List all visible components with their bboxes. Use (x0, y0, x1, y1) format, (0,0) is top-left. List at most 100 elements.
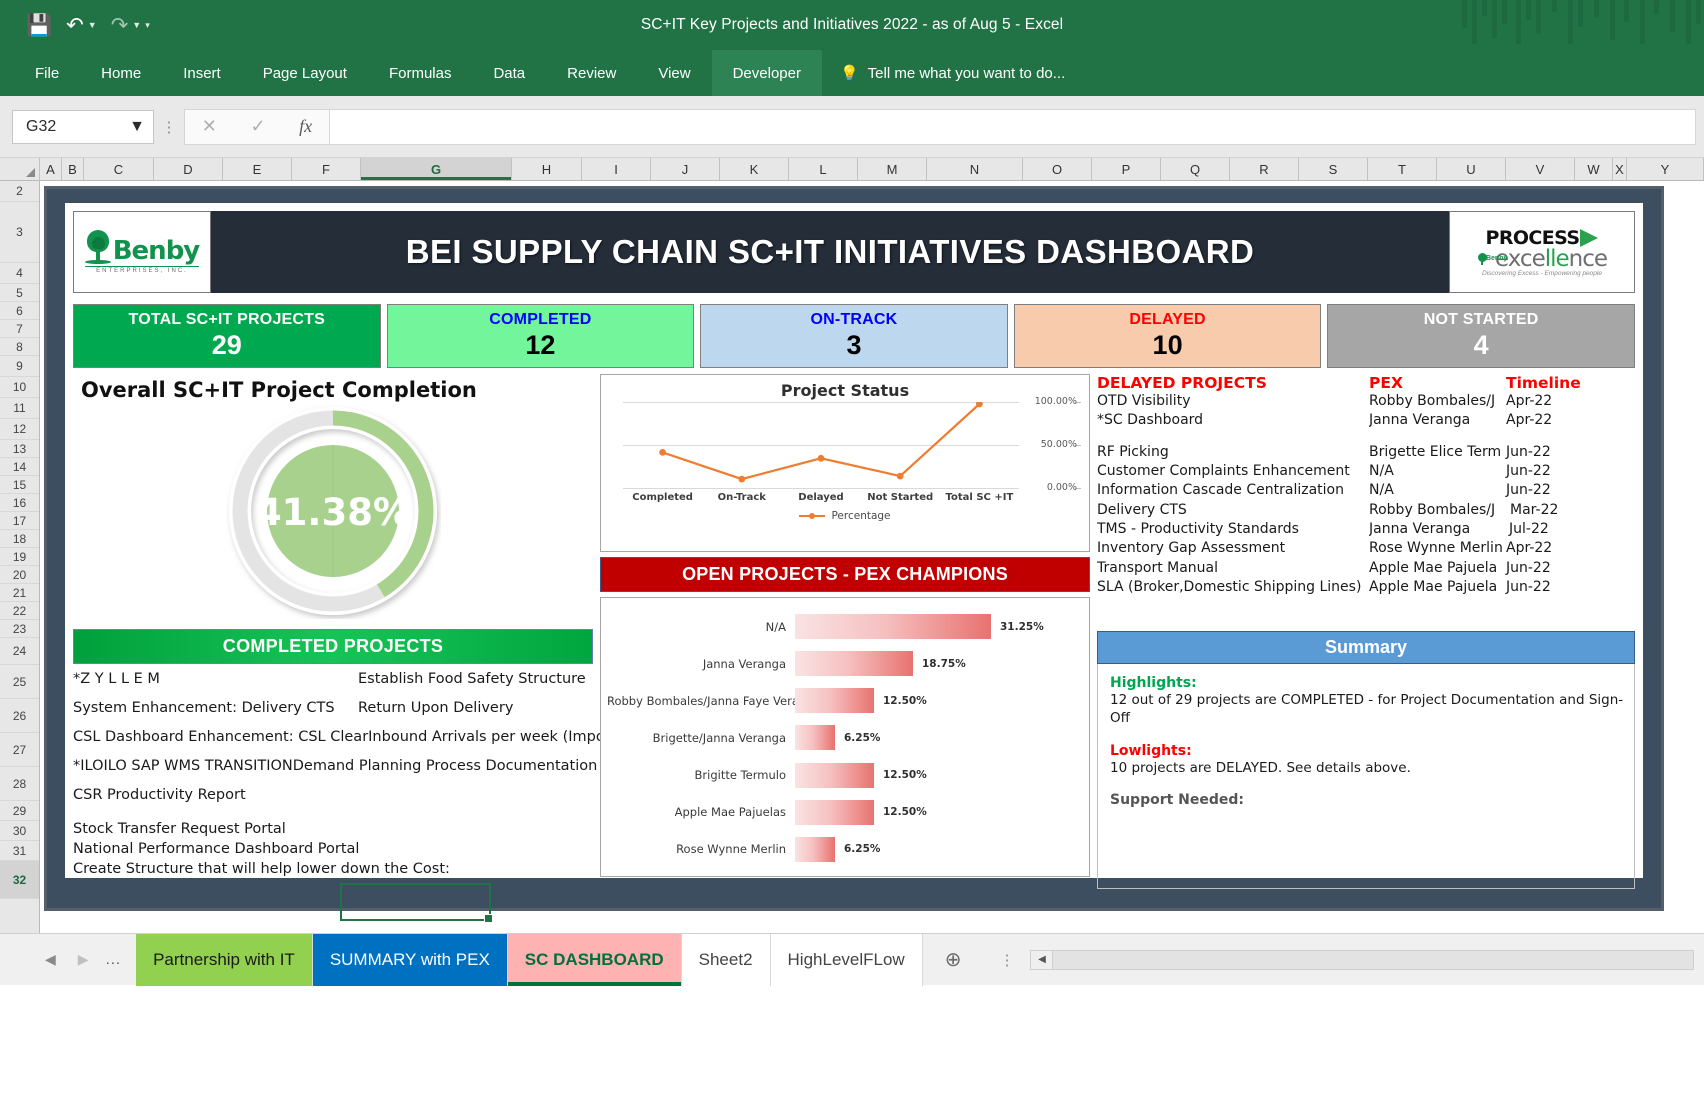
row-header-9[interactable]: 9 (0, 356, 39, 377)
column-header-T[interactable]: T (1368, 158, 1437, 180)
row-header-17[interactable]: 17 (0, 512, 39, 530)
chevron-down-icon[interactable]: ▼ (129, 118, 145, 136)
pex-champions-chart[interactable]: N/A 31.25% Janna Veranga 18.75% Robby Bo… (600, 597, 1090, 877)
kpi-total-projects[interactable]: TOTAL SC+IT PROJECTS 29 (73, 304, 381, 368)
row-header-5[interactable]: 5 (0, 284, 39, 302)
sheet-tab-sc-dashboard[interactable]: SC DASHBOARD (507, 933, 682, 986)
cancel-icon[interactable]: ✕ (202, 116, 217, 137)
row-header-11[interactable]: 11 (0, 398, 39, 419)
ribbon-tab-view[interactable]: View (637, 50, 711, 96)
formula-input[interactable] (330, 108, 1696, 145)
sheet-options-icon[interactable]: ⋮ (983, 951, 1030, 969)
row-header-2[interactable]: 2 (0, 181, 39, 202)
tell-me-search[interactable]: 💡 Tell me what you want to do... (822, 50, 1079, 96)
row-header-28[interactable]: 28 (0, 767, 39, 801)
kpi-completed[interactable]: COMPLETED 12 (386, 304, 695, 368)
redo-dropdown-icon[interactable]: ▼ (132, 20, 141, 30)
sheet-tab-highlevelflow[interactable]: HighLevelFLow (770, 933, 923, 986)
row-header-7[interactable]: 7 (0, 320, 39, 338)
row-header-19[interactable]: 19 (0, 548, 39, 566)
row-header-12[interactable]: 12 (0, 419, 39, 440)
column-header-Y[interactable]: Y (1627, 158, 1704, 180)
prev-sheet-icon[interactable]: ◀ (34, 951, 67, 968)
column-header-F[interactable]: F (292, 158, 361, 180)
row-header-4[interactable]: 4 (0, 263, 39, 284)
column-header-J[interactable]: J (651, 158, 720, 180)
column-header-U[interactable]: U (1437, 158, 1506, 180)
row-header-14[interactable]: 14 (0, 458, 39, 476)
column-header-B[interactable]: B (62, 158, 84, 180)
save-icon[interactable]: 💾 (26, 15, 52, 36)
insert-function-icon[interactable]: fx (299, 116, 312, 137)
column-header-W[interactable]: W (1575, 158, 1613, 180)
column-header-E[interactable]: E (223, 158, 292, 180)
row-header-25[interactable]: 25 (0, 665, 39, 699)
sheet-tab-sheet2[interactable]: Sheet2 (681, 933, 771, 986)
enter-icon[interactable]: ✓ (250, 116, 265, 137)
row-header-24[interactable]: 24 (0, 638, 39, 665)
sheet-ellipsis[interactable]: ... (100, 951, 137, 968)
scroll-left-icon[interactable]: ◀ (1031, 950, 1054, 969)
ribbon-tab-page-layout[interactable]: Page Layout (242, 50, 368, 96)
kpi-delayed[interactable]: DELAYED 10 (1013, 304, 1322, 368)
row-header-26[interactable]: 26 (0, 699, 39, 733)
column-header-R[interactable]: R (1230, 158, 1299, 180)
undo-dropdown-icon[interactable]: ▼ (88, 20, 97, 30)
row-header-6[interactable]: 6 (0, 302, 39, 320)
column-header-A[interactable]: A (40, 158, 62, 180)
ribbon-tab-insert[interactable]: Insert (162, 50, 242, 96)
column-header-I[interactable]: I (582, 158, 651, 180)
column-header-L[interactable]: L (789, 158, 858, 180)
ribbon-tab-home[interactable]: Home (80, 50, 162, 96)
ribbon-tab-file[interactable]: File (14, 50, 80, 96)
project-status-chart[interactable]: Project Status 100.00% 50.00% 0.00% Comp… (600, 374, 1090, 552)
row-header-16[interactable]: 16 (0, 494, 39, 512)
redo-icon[interactable]: ↷ (111, 15, 129, 36)
column-header-H[interactable]: H (512, 158, 582, 180)
row-header-10[interactable]: 10 (0, 377, 39, 398)
row-header-15[interactable]: 15 (0, 476, 39, 494)
ribbon-tab-developer[interactable]: Developer (711, 50, 822, 96)
sheet-canvas[interactable]: Benby ENTERPRISES, INC. BEI SUPPLY CHAIN… (40, 181, 1704, 933)
column-header-V[interactable]: V (1506, 158, 1575, 180)
ribbon-tab-formulas[interactable]: Formulas (368, 50, 473, 96)
row-header-31[interactable]: 31 (0, 841, 39, 861)
column-header-N[interactable]: N (927, 158, 1023, 180)
column-header-M[interactable]: M (858, 158, 927, 180)
row-header-21[interactable]: 21 (0, 584, 39, 602)
column-header-G[interactable]: G (361, 158, 512, 180)
name-box[interactable]: G32 ▼ (12, 109, 154, 144)
sheet-tab-summary-with-pex[interactable]: SUMMARY with PEX (312, 933, 508, 986)
row-header-32[interactable]: 32 (0, 861, 39, 899)
customize-qat-icon[interactable]: ▾ (145, 20, 150, 31)
row-header-29[interactable]: 29 (0, 801, 39, 821)
kpi-on-track[interactable]: ON-TRACK 3 (700, 304, 1008, 368)
row-header-18[interactable]: 18 (0, 530, 39, 548)
row-header-20[interactable]: 20 (0, 566, 39, 584)
ribbon-tab-review[interactable]: Review (546, 50, 637, 96)
column-header-S[interactable]: S (1299, 158, 1368, 180)
row-header-30[interactable]: 30 (0, 821, 39, 841)
column-header-O[interactable]: O (1023, 158, 1092, 180)
sheet-tab-partnership-with-it[interactable]: Partnership with IT (136, 933, 313, 986)
row-header-13[interactable]: 13 (0, 440, 39, 458)
column-header-P[interactable]: P (1092, 158, 1161, 180)
formula-bar-handle[interactable]: ⋮ (154, 118, 184, 136)
column-header-C[interactable]: C (84, 158, 154, 180)
kpi-not-started[interactable]: NOT STARTED 4 (1327, 304, 1635, 368)
column-header-K[interactable]: K (720, 158, 789, 180)
row-header-23[interactable]: 23 (0, 620, 39, 638)
column-header-Q[interactable]: Q (1161, 158, 1230, 180)
undo-icon[interactable]: ↶ (66, 15, 84, 36)
row-header-22[interactable]: 22 (0, 602, 39, 620)
column-header-X[interactable]: X (1613, 158, 1627, 180)
select-all-corner[interactable] (0, 158, 40, 180)
add-sheet-icon[interactable]: ⊕ (923, 947, 984, 972)
next-sheet-icon[interactable]: ▶ (67, 951, 100, 968)
horizontal-scrollbar[interactable]: ◀ (1030, 949, 1694, 970)
ribbon-tab-data[interactable]: Data (472, 50, 546, 96)
row-header-8[interactable]: 8 (0, 338, 39, 356)
row-header-27[interactable]: 27 (0, 733, 39, 767)
row-header-3[interactable]: 3 (0, 202, 39, 263)
active-cell-G32[interactable] (340, 883, 493, 923)
